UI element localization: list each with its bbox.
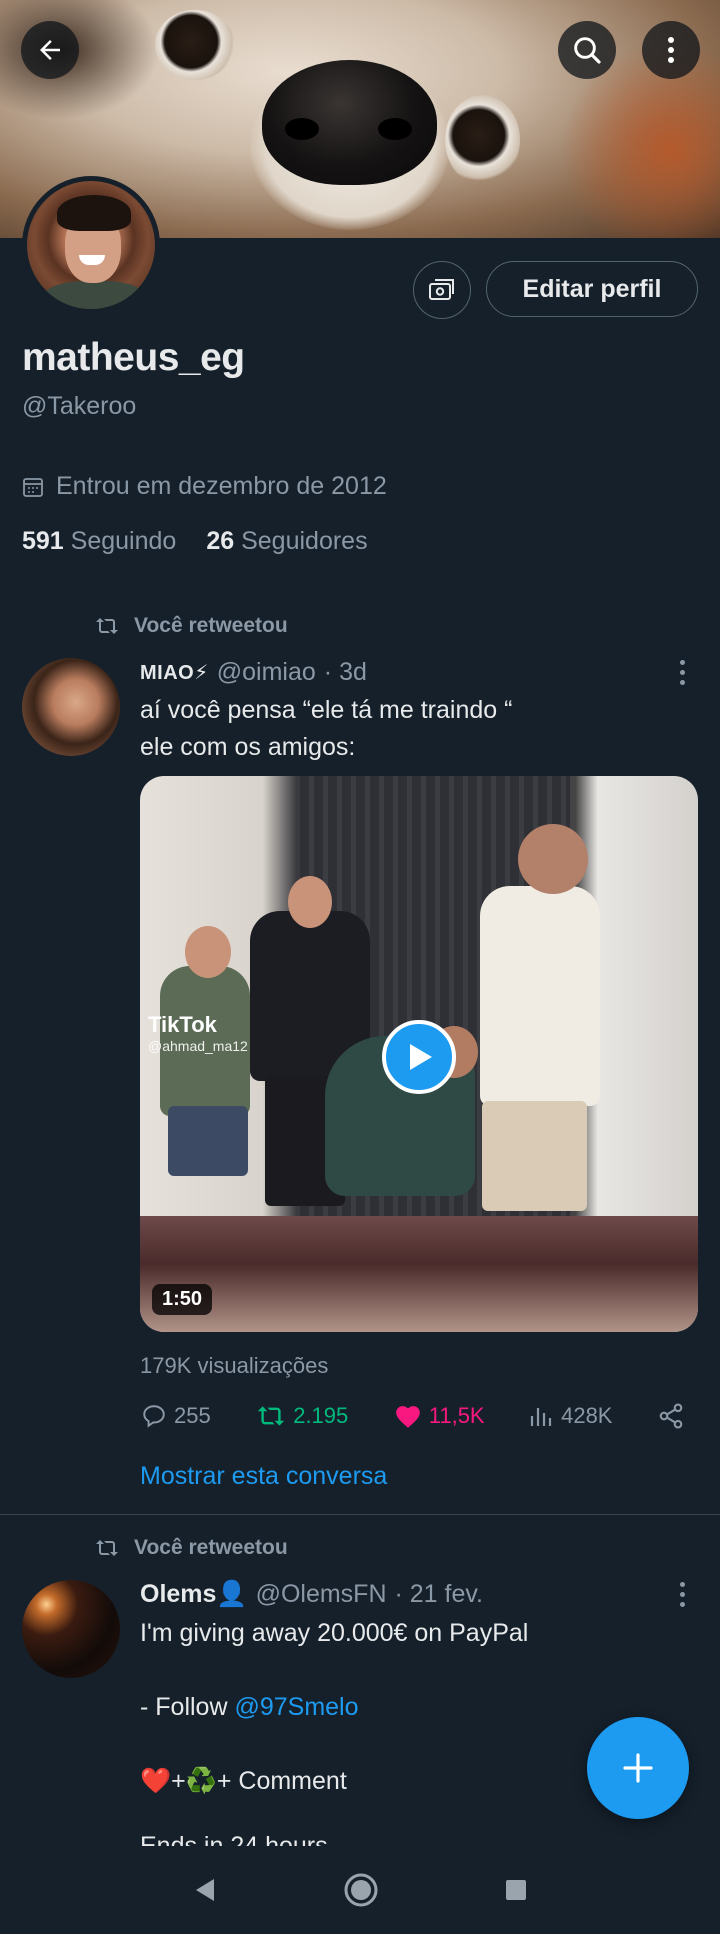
tweet-time: · 21 fev. (394, 1580, 483, 1608)
joined-date: Entrou em dezembro de 2012 (22, 472, 387, 501)
tweet-display-name[interactable]: Olems👤 (140, 1580, 248, 1609)
video-duration: 1:50 (152, 1284, 213, 1315)
tweet-display-name[interactable]: MIAO⚡ (140, 660, 209, 685)
retweet-icon (96, 1540, 118, 1556)
reply-icon (143, 1405, 165, 1428)
tweet-time: · 3d (323, 658, 367, 686)
retweet-button[interactable]: 2.195 (255, 1403, 348, 1429)
share-button[interactable] (657, 1402, 685, 1430)
system-navigation-bar (0, 1846, 720, 1934)
calendar-icon (23, 477, 43, 497)
more-vertical-icon (668, 37, 674, 63)
retweet-indicator: Você retweetou (94, 614, 288, 638)
tweet-header: MIAO⚡ @oimiao · 3d (140, 658, 367, 687)
search-button[interactable] (558, 21, 616, 79)
profile-avatar[interactable] (22, 176, 160, 314)
reply-button[interactable]: 255 (140, 1403, 211, 1429)
retweet-icon (258, 1406, 285, 1426)
share-icon (659, 1403, 683, 1429)
like-button[interactable]: 11,5K (393, 1403, 485, 1429)
play-icon (410, 1044, 432, 1070)
tweet-avatar[interactable] (22, 1580, 120, 1678)
back-triangle-icon[interactable] (192, 1876, 218, 1904)
profile-handle: @Takeroo (22, 392, 137, 420)
compose-tweet-button[interactable] (587, 1717, 689, 1819)
edit-profile-button[interactable]: Editar perfil (486, 261, 698, 317)
tweet-handle[interactable]: @OlemsFN (256, 1580, 387, 1609)
search-icon (574, 37, 601, 64)
plus-icon (623, 1753, 653, 1783)
tweet-more-icon[interactable] (680, 1582, 686, 1607)
follow-stats: 591 Seguindo 26 Seguidores (22, 527, 368, 556)
tweet-divider (0, 1514, 720, 1515)
tiktok-watermark: TikTok @ahmad_ma12 (148, 1012, 248, 1054)
followers-link[interactable]: 26 Seguidores (206, 527, 367, 556)
play-button[interactable] (382, 1020, 456, 1094)
money-icon (429, 279, 454, 300)
edit-profile-label: Editar perfil (522, 274, 662, 303)
tweet-actions: 255 2.195 11,5K 428K (140, 1402, 685, 1430)
view-count: 179K visualizações (140, 1353, 329, 1378)
recents-square-icon[interactable] (504, 1878, 528, 1902)
retweet-icon (96, 618, 118, 634)
back-button[interactable] (21, 21, 79, 79)
following-link[interactable]: 591 Seguindo (22, 527, 176, 556)
back-arrow-icon (40, 40, 60, 60)
analytics-icon (530, 1408, 552, 1426)
mention-link[interactable]: @97Smelo (234, 1693, 358, 1721)
tweet-more-icon[interactable] (680, 660, 686, 685)
joined-text: Entrou em dezembro de 2012 (56, 472, 387, 500)
tweet-handle[interactable]: @oimiao (217, 658, 316, 687)
professional-tools-button[interactable] (413, 261, 471, 319)
tweet-text: I'm giving away 20.000€ on PayPal - Foll… (140, 1619, 529, 1795)
home-circle-icon[interactable] (342, 1871, 380, 1909)
heart-icon (395, 1406, 420, 1428)
profile-name: matheus_eg (22, 336, 245, 379)
tweet-text: aí você pensa “ele tá me traindo “ ele c… (140, 696, 513, 761)
more-options-button[interactable] (642, 21, 700, 79)
show-conversation-link[interactable]: Mostrar esta conversa (140, 1462, 387, 1491)
retweet-indicator: Você retweetou (94, 1536, 288, 1560)
tweet-avatar[interactable] (22, 658, 120, 756)
tweet-header: Olems👤 @OlemsFN · 21 fev. (140, 1580, 483, 1609)
views-button[interactable]: 428K (529, 1403, 612, 1429)
